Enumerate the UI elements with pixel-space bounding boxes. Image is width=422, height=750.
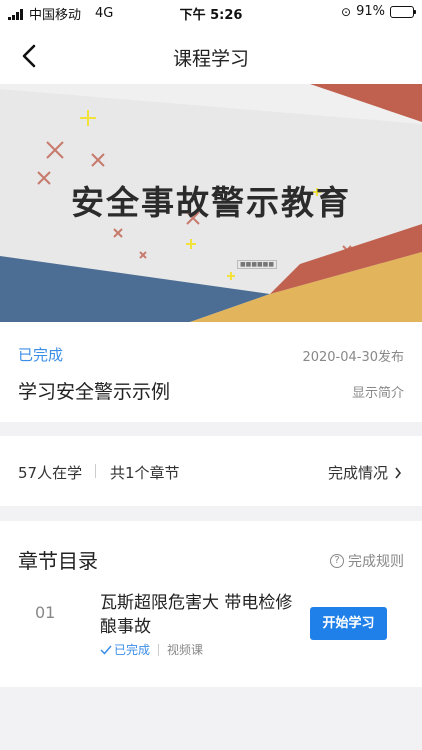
chapter-meta: 已完成 视频课 — [100, 641, 203, 658]
completion-rules-link[interactable]: ? 完成规则 — [330, 551, 404, 571]
divider — [95, 464, 96, 478]
course-info-card: 已完成 2020-04-30发布 学习安全警示示例 显示简介 — [0, 322, 422, 422]
battery-icon — [390, 5, 416, 18]
course-title: 学习安全警示示例 — [18, 381, 171, 403]
chapter-status-label: 已完成 — [114, 643, 151, 657]
check-icon — [100, 645, 112, 655]
toc-title: 章节目录 — [18, 549, 98, 573]
course-banner: 安全事故警示教育 ■■■■■■ — [0, 84, 422, 322]
show-intro-link[interactable]: 显示简介 — [352, 382, 404, 401]
learner-count: 57人在学 — [18, 464, 83, 482]
page-title: 课程学习 — [172, 48, 249, 70]
course-stats-card: 57人在学 共1个章节 完成情况 — [0, 436, 422, 506]
chapter-count: 共1个章节 — [110, 464, 180, 482]
question-icon: ? — [330, 554, 344, 568]
banner-small-caption: ■■■■■■ — [237, 260, 278, 269]
completion-rules-label: 完成规则 — [348, 554, 404, 570]
chapter-status: 已完成 — [100, 641, 150, 658]
rotation-lock-icon: ⊙ — [341, 4, 352, 19]
chapter-number: 01 — [35, 603, 56, 622]
completion-status-label: 完成情况 — [327, 464, 388, 482]
start-learning-button[interactable]: 开始学习 — [310, 607, 387, 640]
status-right: ⊙ 91% — [341, 4, 416, 19]
banner-headline: 安全事故警示教育 — [71, 183, 351, 222]
course-status: 已完成 — [18, 346, 64, 364]
chapter-list-card: 章节目录 ? 完成规则 01 瓦斯超限危害大 带电检修酿事故 已完成 视频课 开… — [0, 521, 422, 687]
chapter-type: 视频课 — [167, 643, 204, 657]
divider — [158, 643, 160, 656]
publish-date: 2020-04-30发布 — [302, 350, 404, 365]
battery-percent: 91% — [356, 4, 385, 19]
chevron-right-icon — [395, 467, 402, 478]
chapter-title: 瓦斯超限危害大 带电检修酿事故 — [100, 593, 293, 637]
completion-status-link[interactable]: 完成情况 — [328, 462, 402, 483]
status-bar: 中国移动 4G 下午 5:26 ⊙ 91% — [0, 0, 422, 28]
nav-bar: 课程学习 — [0, 28, 422, 84]
